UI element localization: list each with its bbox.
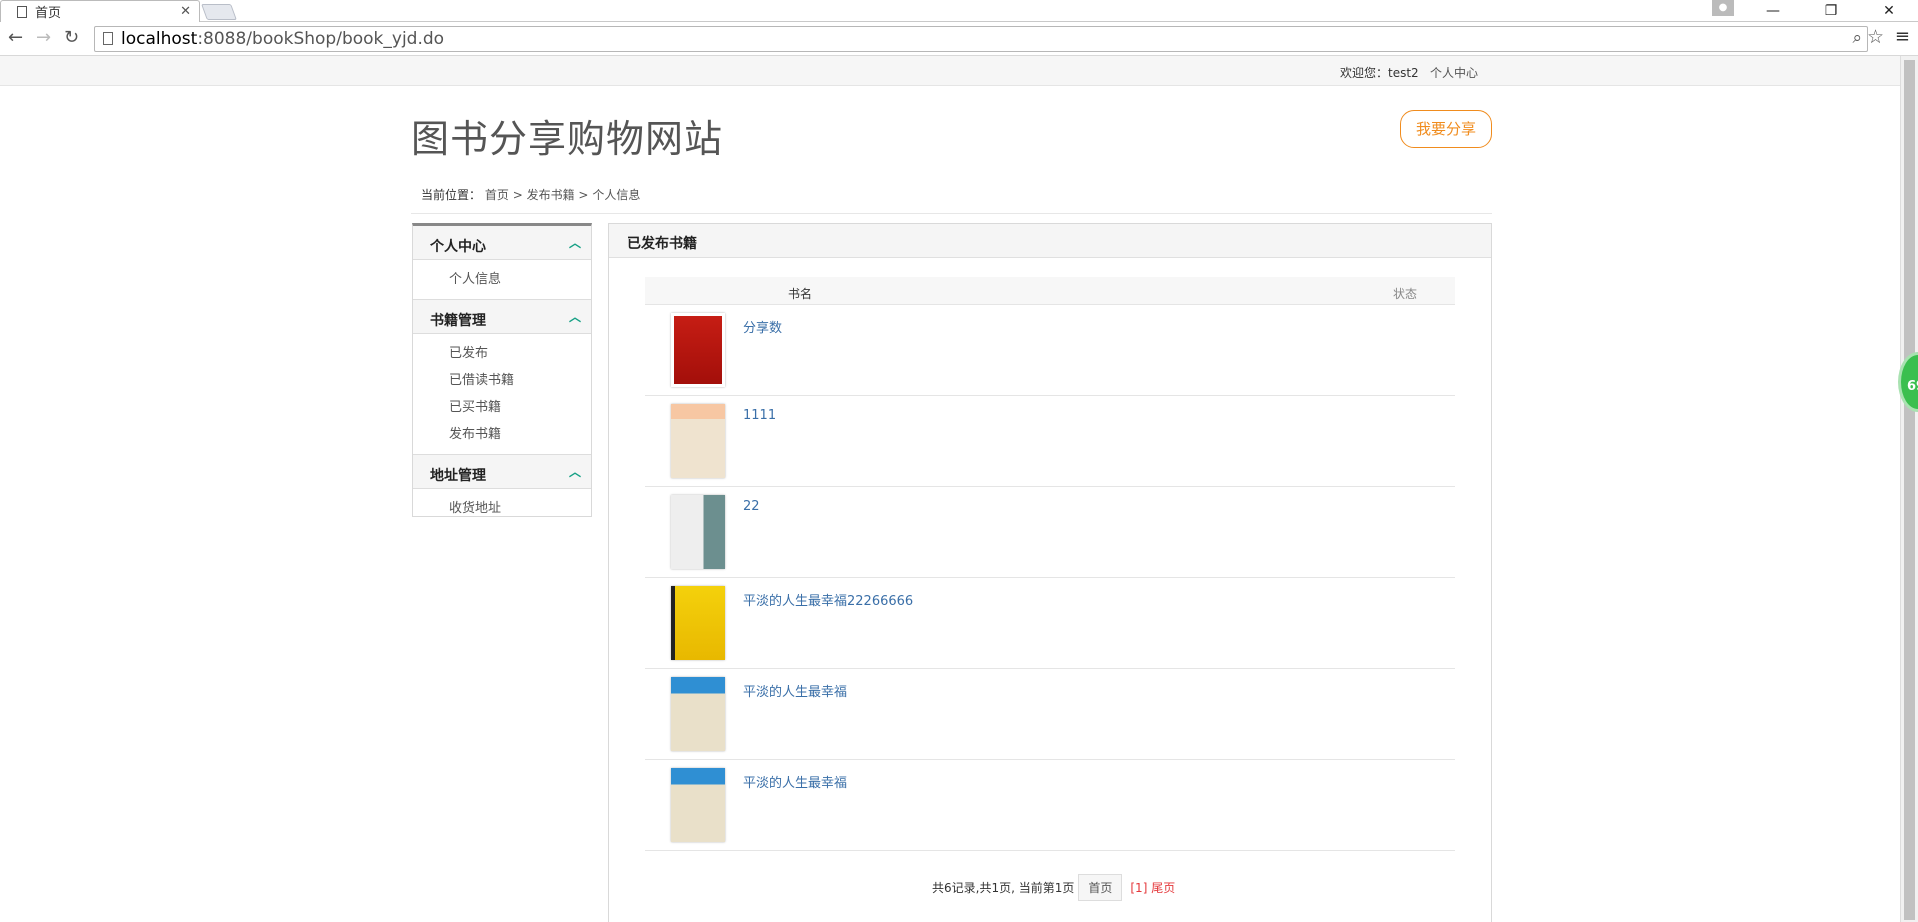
menu-icon[interactable]: ≡ (1895, 26, 1910, 47)
table-header: 书名 状态 (645, 277, 1455, 305)
breadcrumb-publish[interactable]: 发布书籍 (527, 188, 575, 202)
book-cover-image[interactable] (671, 404, 725, 478)
book-list: 分享数 1111 22 平淡的人生最幸福22266666 平淡的人生最幸福 平淡的人生最幸… (645, 305, 1455, 851)
section-title: 书籍管理 (430, 313, 486, 329)
forward-icon[interactable]: → (36, 27, 51, 48)
table-row: 22 (645, 487, 1455, 578)
share-button[interactable]: 我要分享 (1400, 110, 1492, 148)
table-row: 平淡的人生最幸福22266666 (645, 578, 1455, 669)
browser-tabbar: 首页 ✕ ● — ❐ ✕ (0, 0, 1918, 22)
sidebar-section-header[interactable]: 地址管理 ︿ (413, 455, 591, 489)
book-cover-image[interactable] (671, 677, 725, 751)
breadcrumb-separator: > (512, 188, 523, 202)
main-panel: 已发布书籍 书名 状态 分享数 1111 22 平淡的人生最幸福22266666 平淡的… (608, 223, 1492, 922)
chevron-up-icon[interactable]: ︿ (569, 463, 581, 480)
welcome-text: 欢迎您：test2 (1340, 66, 1419, 80)
breadcrumb-home[interactable]: 首页 (485, 188, 509, 202)
book-cover-image[interactable] (671, 586, 725, 660)
zoom-icon[interactable]: ⌕ (1852, 28, 1862, 48)
chevron-up-icon[interactable]: ︿ (569, 234, 581, 251)
breadcrumb: 当前位置： 首页 > 发布书籍 > 个人信息 (411, 186, 1492, 214)
sidebar: 个人中心 ︿ 个人信息 书籍管理 ︿ 已发布 已借读书籍 已买书籍 发布书籍 地… (412, 223, 592, 517)
user-center-link[interactable]: 个人中心 (1430, 64, 1478, 81)
pager-page-current[interactable]: [1] (1130, 881, 1147, 895)
sidebar-section-books: 书籍管理 ︿ 已发布 已借读书籍 已买书籍 发布书籍 (413, 300, 591, 455)
reload-icon[interactable]: ↻ (64, 27, 79, 48)
book-title-link[interactable]: 1111 (743, 408, 776, 423)
bookmark-star-icon[interactable]: ☆ (1867, 26, 1884, 48)
book-cover-image[interactable] (671, 313, 725, 387)
restore-button[interactable]: ❐ (1804, 0, 1858, 22)
sidebar-item-published[interactable]: 已发布 (449, 340, 591, 367)
site-topbar: 欢迎您：test2 个人中心 (0, 56, 1900, 86)
profile-icon[interactable]: ● (1712, 0, 1734, 16)
pagination: 共6记录,共1页, 当前第1页 首页 [1] 尾页 (932, 874, 1175, 901)
minimize-button[interactable]: — (1746, 0, 1800, 22)
sidebar-section-header[interactable]: 书籍管理 ︿ (413, 300, 591, 334)
sidebar-item-publish-book[interactable]: 发布书籍 (449, 421, 591, 448)
document-icon (17, 5, 27, 18)
breadcrumb-separator: > (578, 188, 589, 202)
column-header-status: 状态 (1393, 287, 1418, 301)
tab-close-icon[interactable]: ✕ (180, 4, 191, 19)
table-row: 平淡的人生最幸福 (645, 760, 1455, 851)
table-row: 分享数 (645, 305, 1455, 396)
scrollbar-thumb[interactable] (1904, 60, 1915, 920)
panel-title: 已发布书籍 (609, 224, 1491, 258)
book-cover-image[interactable] (671, 495, 725, 569)
sidebar-item-bought[interactable]: 已买书籍 (449, 394, 591, 421)
back-icon[interactable]: ← (8, 27, 23, 48)
window-close-button[interactable]: ✕ (1862, 0, 1916, 22)
breadcrumb-label: 当前位置： (421, 188, 482, 202)
section-title: 地址管理 (430, 468, 486, 484)
breadcrumb-current: 个人信息 (592, 188, 641, 202)
table-row: 1111 (645, 396, 1455, 487)
url-host: localhost (121, 29, 198, 49)
book-title-link[interactable]: 平淡的人生最幸福22266666 (743, 590, 913, 609)
sidebar-item-personal-info[interactable]: 个人信息 (449, 266, 591, 293)
section-title: 个人中心 (430, 239, 486, 255)
book-title-link[interactable]: 平淡的人生最幸福 (743, 681, 847, 700)
book-title-link[interactable]: 22 (743, 499, 760, 514)
book-title-link[interactable]: 分享数 (743, 317, 782, 336)
new-tab-button[interactable] (201, 4, 237, 20)
pager-first-button[interactable]: 首页 (1078, 874, 1123, 901)
page-icon (103, 32, 113, 45)
page-scrollbar[interactable] (1900, 56, 1918, 922)
book-cover-image[interactable] (671, 768, 725, 842)
sidebar-section-header[interactable]: 个人中心 ︿ (413, 226, 591, 260)
site-title: 图书分享购物网站 (411, 117, 724, 161)
table-row: 平淡的人生最幸福 (645, 669, 1455, 760)
tab-title: 首页 (35, 6, 62, 21)
pager-last-link[interactable]: 尾页 (1151, 879, 1175, 896)
pager-summary: 共6记录,共1页, 当前第1页 (932, 881, 1075, 895)
book-title-link[interactable]: 平淡的人生最幸福 (743, 772, 847, 791)
address-bar-row: ← → ↻ localhost:8088/bookShop/book_yjd.d… (0, 22, 1918, 56)
sidebar-section-personal: 个人中心 ︿ 个人信息 (413, 226, 591, 300)
sidebar-item-shipping-address[interactable]: 收货地址 (449, 495, 591, 522)
sidebar-item-borrowed[interactable]: 已借读书籍 (449, 367, 591, 394)
browser-tab[interactable]: 首页 ✕ (0, 0, 200, 22)
url-path: :8088/bookShop/book_yjd.do (197, 29, 445, 49)
url-input[interactable]: localhost:8088/bookShop/book_yjd.do (94, 26, 1868, 52)
column-header-title: 书名 (788, 287, 813, 301)
sidebar-section-address: 地址管理 ︿ 收货地址 (413, 455, 591, 528)
chevron-up-icon[interactable]: ︿ (569, 308, 581, 325)
